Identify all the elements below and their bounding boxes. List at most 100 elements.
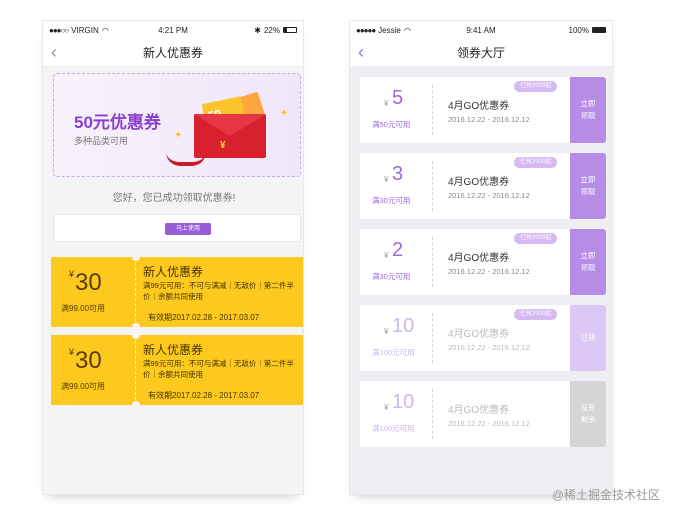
status-right: 100% (516, 26, 606, 35)
status-left: ●●●●● Jessie ◠ (356, 26, 446, 35)
page-title: 新人优惠券 (142, 46, 203, 60)
coupon-condition: 满99.00可用 (61, 304, 106, 313)
coupon-ticket: ¥ 5 满50元可用 4月GO优惠券 2016.12.22 - 2016.12.… (360, 77, 606, 143)
coupon-condition: 满50元可用 (372, 120, 411, 129)
banner-subtitle: 多种品类可用 (74, 136, 129, 146)
coupon-amount: 5 (392, 87, 404, 109)
page-title: 领券大厅 (456, 46, 505, 60)
coupon-amount: ¥30 (69, 269, 102, 296)
claim-now-button[interactable]: 立即 领取 (567, 77, 606, 143)
envelope-yen-symbol: ¥ (220, 140, 226, 151)
notch (132, 323, 140, 331)
coupon-ticket: ¥ 3 满30元可用 4月GO优惠券 2016.12.22 - 2016.12.… (360, 153, 606, 219)
coupon-date-range: 2016.12.22 - 2016.12.12 (448, 267, 530, 276)
coupon-yen-symbol: ¥ (384, 175, 389, 184)
status-time: 9:41 AM (466, 25, 496, 35)
claimed-count-badge: 已抢2000起 (514, 233, 558, 244)
carrier-name: VIRGIN (71, 25, 99, 35)
coupon-amount: 2 (392, 239, 404, 261)
carrier-name: Jessie (378, 25, 401, 35)
coupon-description: 满99元可用：不可与满减｜无敌价｜第二件半价｜余额共同使用 (143, 281, 294, 301)
nav-bar: ‹ 新人优惠券 (43, 39, 303, 67)
coupon-name: 4月GO优惠券 (448, 101, 510, 112)
success-message: 您好，您已成功领取优惠券! (112, 193, 236, 204)
status-left: ●●●○○ VIRGIN ◠ (49, 26, 139, 35)
claim-now-button[interactable]: 立即 领取 (567, 229, 606, 295)
back-icon[interactable]: ‹ (51, 43, 57, 61)
sold-out-status: 没有 剩余 (567, 381, 606, 447)
dashed-divider (432, 85, 433, 135)
status-right: ✱ 22% (207, 26, 297, 35)
signal-icon: ●●●○○ (49, 25, 69, 35)
signal-icon: ●●●●● (356, 25, 376, 35)
coupon-title: 新人优惠券 (143, 265, 204, 279)
coupon-ticket: ¥ 2 满30元可用 4月GO优惠券 2016.12.22 - 2016.12.… (360, 229, 606, 295)
coupon-yen-symbol: ¥ (384, 327, 389, 336)
status-time: 4:21 PM (158, 25, 188, 35)
coupon-yen-symbol: ¥ (384, 403, 389, 412)
dashed-divider (432, 161, 433, 211)
dashed-divider (432, 389, 433, 439)
battery-icon (591, 27, 606, 33)
coupon-name: 4月GO优惠券 (448, 329, 510, 340)
use-now-button[interactable]: 马上使用 (165, 223, 211, 235)
left-phone-screen: ●●●○○ VIRGIN ◠ 4:21 PM ✱ 22% ‹ 新人优惠券 50元… (42, 20, 304, 495)
coupon-condition: 满99.00可用 (61, 382, 106, 391)
battery-icon (282, 27, 297, 33)
coupon-condition: 满100元可用 (372, 424, 415, 433)
claimed-status: 已领 (567, 305, 606, 371)
coupon-date-range: 2016.12.22 - 2016.12.12 (448, 419, 530, 428)
claim-now-button[interactable]: 立即 领取 (567, 153, 606, 219)
dashed-divider (432, 313, 433, 363)
sparkle-icon: ✦ (280, 108, 289, 119)
coupon-condition: 满30元可用 (372, 272, 411, 281)
battery-percent: 22% (263, 25, 280, 35)
claimed-count-badge: 已抢2000起 (514, 157, 558, 168)
coupon-amount-stub: ¥30 满99.00可用 (51, 257, 136, 327)
banner-headline: 50元优惠券 (74, 113, 161, 132)
bluetooth-icon: ✱ (254, 25, 261, 35)
notch (132, 401, 140, 409)
nav-bar: ‹ 领券大厅 (350, 39, 612, 67)
claimed-count-badge: 已抢2000起 (514, 309, 558, 320)
coupon-condition: 满30元可用 (372, 196, 411, 205)
notch (132, 253, 140, 261)
use-now-container: 马上使用 (53, 214, 301, 242)
sparkle-icon: ✦ (174, 130, 183, 141)
back-icon[interactable]: ‹ (358, 43, 364, 61)
coupon-name: 4月GO优惠券 (448, 253, 510, 264)
wifi-icon: ◠ (101, 25, 109, 35)
status-bar: ●●●●● Jessie ◠ 9:41 AM 100% (350, 21, 612, 39)
coupon-yen-symbol: ¥ (384, 251, 389, 260)
promo-banner: 50元优惠券 多种品类可用 50 ¥ ✦ ✦ (53, 73, 301, 177)
ribbon-decoration (166, 152, 206, 166)
screenshot-stage: ●●●○○ VIRGIN ◠ 4:21 PM ✱ 22% ‹ 新人优惠券 50元… (0, 0, 674, 517)
dashed-divider (432, 237, 433, 287)
coupon-amount: 10 (392, 315, 415, 337)
claimed-count-badge: 已抢2000起 (514, 81, 558, 92)
coupon-name: 4月GO优惠券 (448, 405, 510, 416)
coupon-date-range: 2016.12.22 - 2016.12.12 (448, 343, 530, 352)
new-user-coupon[interactable]: ¥30 满99.00可用 新人优惠券 满99元可用：不可与满减｜无敌价｜第二件半… (51, 331, 303, 409)
coupon-ticket-sold-out: ¥ 10 满100元可用 4月GO优惠券 2016.12.22 - 2016.1… (360, 381, 606, 447)
coupon-date-range: 2016.12.22 - 2016.12.12 (448, 115, 530, 124)
coupon-condition: 满100元可用 (372, 348, 415, 357)
right-phone-screen: ●●●●● Jessie ◠ 9:41 AM 100% ‹ 领券大厅 ¥ 5 满… (349, 20, 613, 495)
coupon-validity: 有效期2017.02.28 - 2017.03.07 (148, 391, 260, 400)
coupon-amount-stub: ¥30 满99.00可用 (51, 335, 136, 405)
watermark: @稀土掘金技术社区 (551, 488, 660, 502)
battery-percent: 100% (568, 25, 589, 35)
wifi-icon: ◠ (403, 25, 411, 35)
coupon-amount: 3 (392, 163, 404, 185)
coupon-amount: 10 (392, 391, 415, 413)
coupon-amount: ¥30 (69, 347, 102, 374)
coupon-ticket-claimed: ¥ 10 满100元可用 4月GO优惠券 2016.12.22 - 2016.1… (360, 305, 606, 371)
coupon-date-range: 2016.12.22 - 2016.12.12 (448, 191, 530, 200)
coupon-name: 4月GO优惠券 (448, 177, 510, 188)
coupon-validity: 有效期2017.02.28 - 2017.03.07 (148, 313, 260, 322)
coupon-yen-symbol: ¥ (384, 99, 389, 108)
status-bar: ●●●○○ VIRGIN ◠ 4:21 PM ✱ 22% (43, 21, 303, 39)
coupon-title: 新人优惠券 (143, 343, 204, 357)
notch (132, 331, 140, 339)
new-user-coupon[interactable]: ¥30 满99.00可用 新人优惠券 满99元可用：不可与满减｜无敌价｜第二件半… (51, 253, 303, 331)
